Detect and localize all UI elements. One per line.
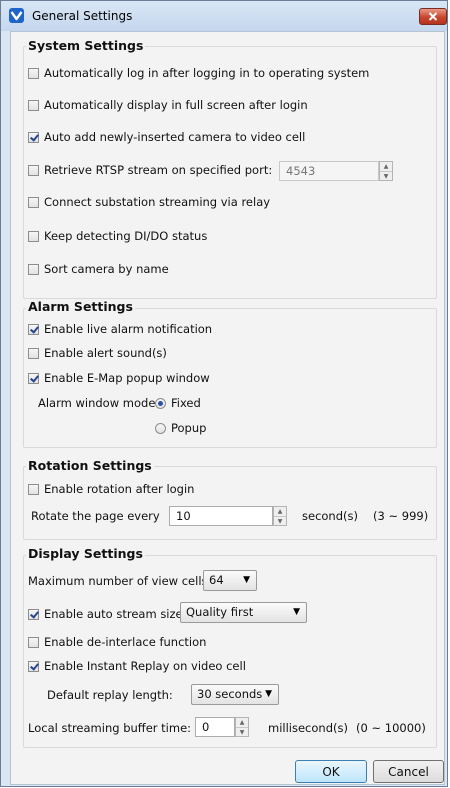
buffer-time-label: Local streaming buffer time: <box>28 721 192 735</box>
dido-status-checkbox[interactable] <box>28 230 39 242</box>
alarm-mode-label: Alarm window mode: <box>38 396 160 410</box>
auto-stream-checkbox[interactable] <box>28 608 39 620</box>
display-settings-title: Display Settings <box>26 546 145 561</box>
relay-streaming-label: Connect substation streaming via relay <box>44 195 271 209</box>
chevron-down-icon: ▼ <box>243 575 250 585</box>
emap-popup-checkbox[interactable] <box>28 372 39 384</box>
app-logo-icon <box>9 8 24 23</box>
instant-replay-label: Enable Instant Replay on video cell <box>44 659 246 673</box>
alert-sound-option[interactable]: Enable alert sound(s) <box>28 346 167 360</box>
general-settings-window: General Settings System Settings Automat… <box>0 0 448 787</box>
spin-up-icon[interactable]: ▲ <box>380 162 392 172</box>
buffer-range-label: (0 ~ 10000) <box>356 721 426 735</box>
rotation-enable-label: Enable rotation after login <box>44 482 195 496</box>
spin-down-icon[interactable]: ▼ <box>380 172 392 181</box>
auto-add-camera-label: Auto add newly-inserted camera to video … <box>44 130 306 144</box>
sort-camera-option[interactable]: Sort camera by name <box>28 262 169 276</box>
deinterlace-label: Enable de-interlace function <box>44 635 207 649</box>
close-button[interactable] <box>419 8 447 25</box>
rtsp-port-option[interactable]: Retrieve RTSP stream on specified port: <box>28 163 272 177</box>
alert-sound-label: Enable alert sound(s) <box>44 346 167 360</box>
fixed-radio[interactable] <box>155 397 166 409</box>
relay-streaming-option[interactable]: Connect substation streaming via relay <box>28 195 270 209</box>
rotation-enable-checkbox[interactable] <box>28 483 39 495</box>
title-bar[interactable]: General Settings <box>1 1 447 31</box>
relay-streaming-checkbox[interactable] <box>28 196 39 208</box>
close-x-icon <box>428 12 438 21</box>
auto-fullscreen-option[interactable]: Automatically display in full screen aft… <box>28 98 308 112</box>
spin-down-icon[interactable]: ▼ <box>274 517 286 526</box>
rotation-settings-title: Rotation Settings <box>26 458 154 473</box>
replay-length-dropdown[interactable]: 30 seconds ▼ <box>191 684 279 705</box>
buffer-unit-label: millisecond(s) <box>268 721 348 735</box>
live-alarm-checkbox[interactable] <box>28 323 39 335</box>
popup-radio[interactable] <box>155 422 166 434</box>
ok-button[interactable]: OK <box>295 760 367 783</box>
system-settings-title: System Settings <box>26 38 146 53</box>
dido-status-label: Keep detecting DI/DO status <box>44 229 208 243</box>
deinterlace-checkbox[interactable] <box>28 636 39 648</box>
rotate-interval-spinner[interactable]: ▲ ▼ <box>273 506 287 526</box>
alarm-settings-title: Alarm Settings <box>26 299 135 314</box>
chevron-down-icon: ▼ <box>265 689 272 699</box>
instant-replay-checkbox[interactable] <box>28 660 39 672</box>
window-title: General Settings <box>32 9 133 23</box>
auto-stream-value: Quality first <box>186 605 254 619</box>
fixed-label: Fixed <box>171 396 201 410</box>
live-alarm-option[interactable]: Enable live alarm notification <box>28 322 212 336</box>
rotate-range-label: (3 ~ 999) <box>373 509 429 523</box>
auto-fullscreen-label: Automatically display in full screen aft… <box>44 98 308 112</box>
rotation-enable-option[interactable]: Enable rotation after login <box>28 482 194 496</box>
chevron-down-icon: ▼ <box>293 607 300 617</box>
auto-fullscreen-checkbox[interactable] <box>28 99 39 111</box>
live-alarm-label: Enable live alarm notification <box>44 322 213 336</box>
spin-up-icon[interactable]: ▲ <box>236 718 248 728</box>
emap-popup-option[interactable]: Enable E-Map popup window <box>28 371 210 385</box>
rtsp-port-checkbox[interactable] <box>28 164 39 176</box>
rtsp-port-spinner[interactable]: ▲ ▼ <box>379 161 393 181</box>
rotate-interval-input[interactable]: 10 <box>169 506 273 526</box>
max-cells-label: Maximum number of view cells <box>28 574 208 588</box>
popup-label: Popup <box>171 421 207 435</box>
buffer-time-spinner[interactable]: ▲ ▼ <box>235 717 249 737</box>
sort-camera-checkbox[interactable] <box>28 263 39 275</box>
alert-sound-checkbox[interactable] <box>28 347 39 359</box>
auto-login-checkbox[interactable] <box>28 67 39 79</box>
auto-stream-dropdown[interactable]: Quality first ▼ <box>180 602 307 623</box>
auto-login-option[interactable]: Automatically log in after logging in to… <box>28 66 369 80</box>
rotation-settings-group <box>23 466 437 540</box>
max-cells-value: 64 <box>209 573 224 587</box>
dido-status-option[interactable]: Keep detecting DI/DO status <box>28 229 207 243</box>
auto-login-label: Automatically log in after logging in to… <box>44 66 370 80</box>
instant-replay-option[interactable]: Enable Instant Replay on video cell <box>28 659 246 673</box>
buffer-time-input[interactable]: 0 <box>195 717 235 737</box>
alarm-mode-popup[interactable]: Popup <box>155 421 206 435</box>
auto-stream-label: Enable auto stream size: <box>44 607 187 621</box>
settings-body: System Settings Automatically log in aft… <box>10 31 445 785</box>
rtsp-port-label: Retrieve RTSP stream on specified port: <box>44 163 273 177</box>
rotate-unit-label: second(s) <box>302 509 358 523</box>
replay-length-label: Default replay length: <box>47 688 173 702</box>
emap-popup-label: Enable E-Map popup window <box>44 371 210 385</box>
spin-down-icon[interactable]: ▼ <box>236 728 248 737</box>
rtsp-port-input[interactable]: 4543 <box>279 161 379 181</box>
replay-length-value: 30 seconds <box>197 687 263 701</box>
rotate-every-label: Rotate the page every <box>31 509 160 523</box>
auto-stream-option[interactable]: Enable auto stream size: <box>28 607 187 621</box>
auto-add-camera-option[interactable]: Auto add newly-inserted camera to video … <box>28 130 305 144</box>
deinterlace-option[interactable]: Enable de-interlace function <box>28 635 206 649</box>
spin-up-icon[interactable]: ▲ <box>274 507 286 517</box>
cancel-button[interactable]: Cancel <box>373 760 444 783</box>
sort-camera-label: Sort camera by name <box>44 262 169 276</box>
alarm-mode-fixed[interactable]: Fixed <box>155 396 201 410</box>
auto-add-camera-checkbox[interactable] <box>28 131 39 143</box>
max-cells-dropdown[interactable]: 64 ▼ <box>203 570 257 591</box>
